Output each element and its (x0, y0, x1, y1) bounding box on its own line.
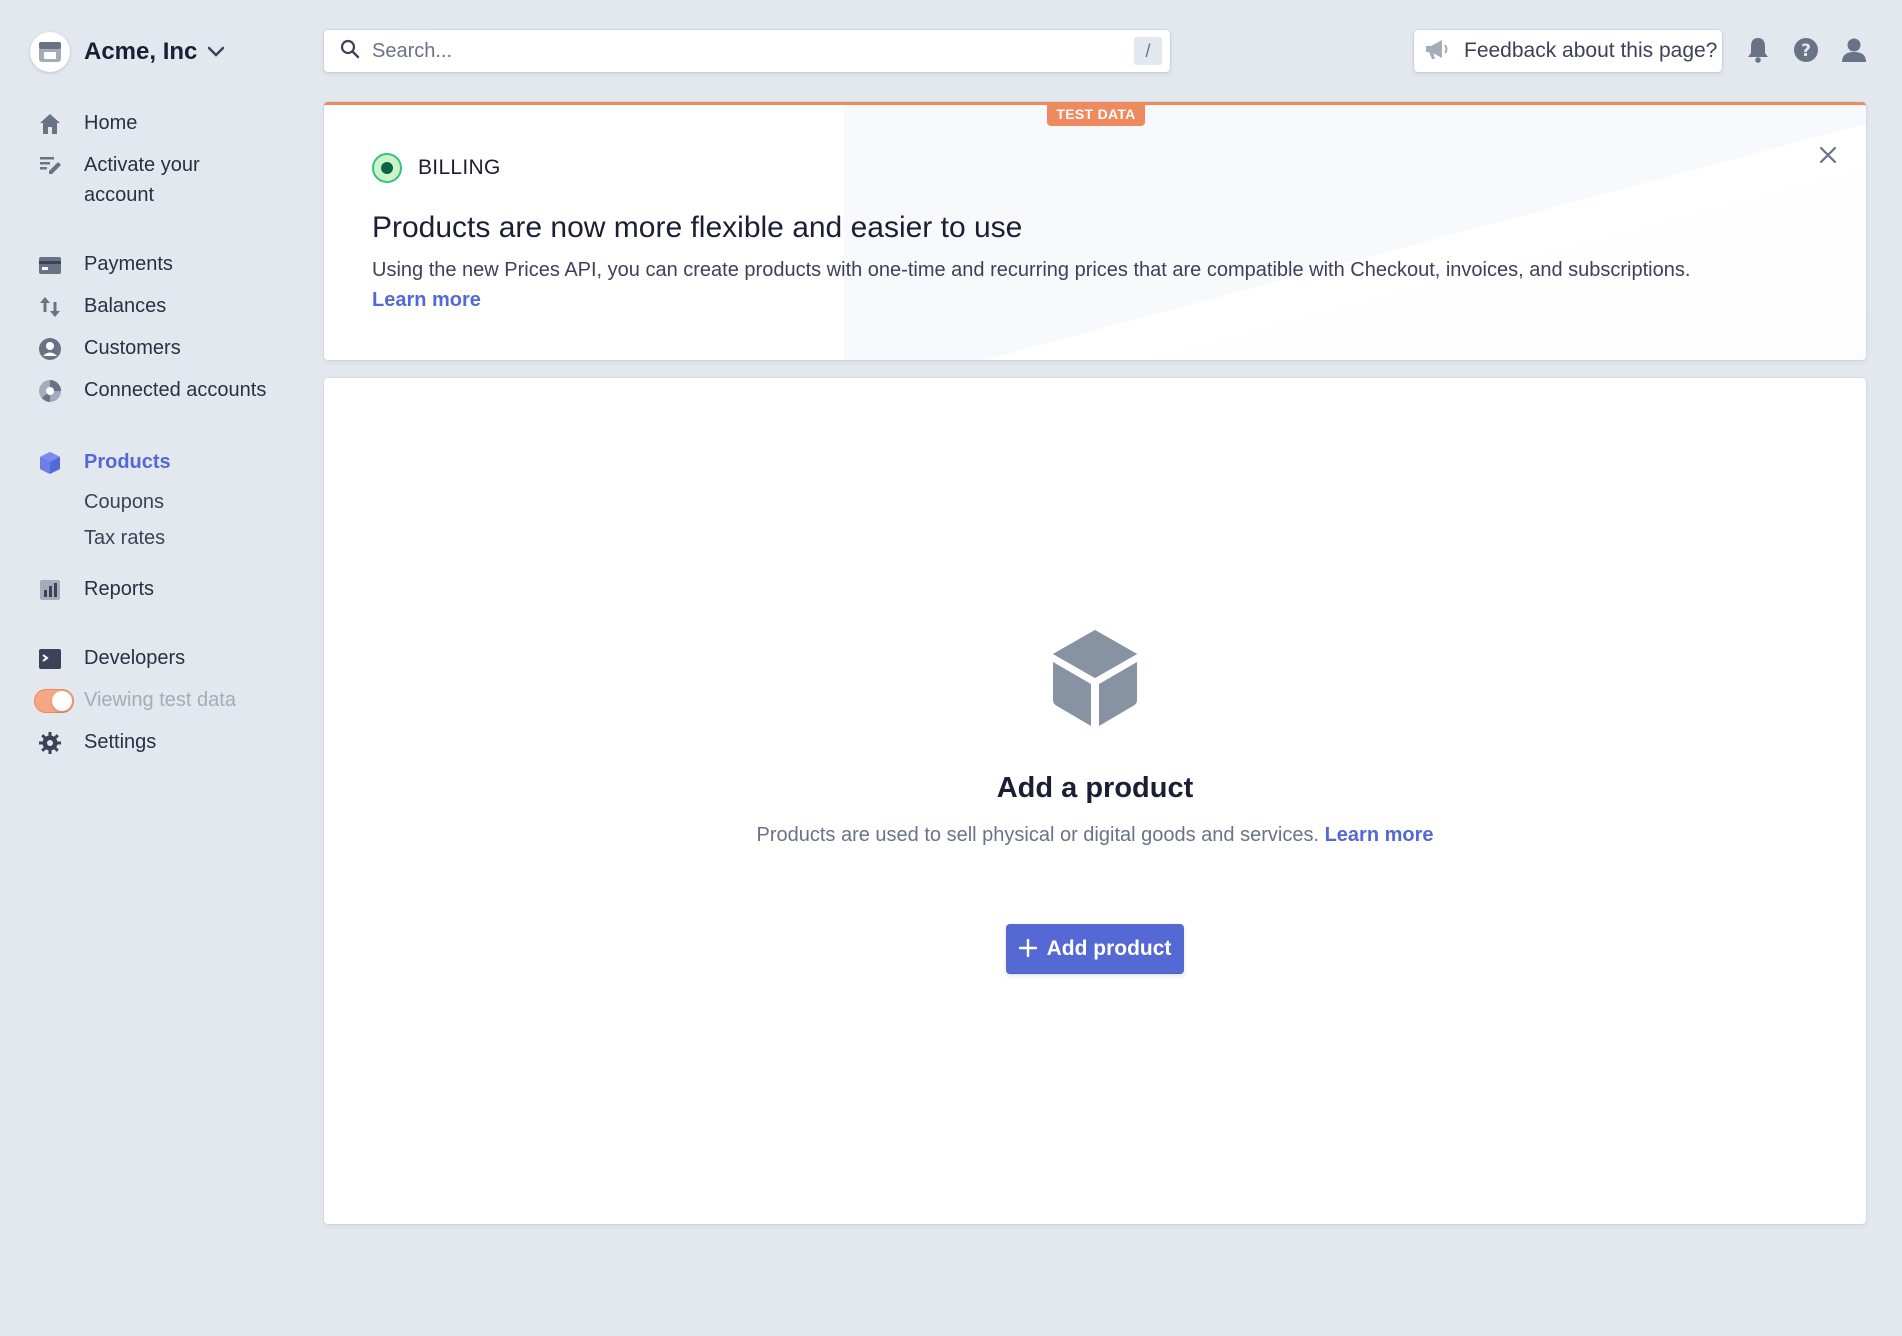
toggle-knob (52, 691, 72, 711)
app: Acme, Inc Home Activate your account Pay… (0, 0, 1902, 1336)
payments-icon (36, 251, 64, 279)
sidebar-item-products[interactable]: Products (36, 449, 286, 477)
help-icon[interactable]: ? (1792, 36, 1820, 64)
chevron-down-icon (207, 46, 225, 58)
sidebar-item-reports[interactable]: Reports (36, 576, 286, 604)
feedback-button[interactable]: Feedback about this page? (1414, 30, 1722, 72)
reports-icon (36, 576, 64, 604)
sidebar-item-developers[interactable]: Developers (36, 645, 286, 673)
user-profile-icon[interactable] (1840, 36, 1868, 64)
sidebar-subitem-coupons[interactable]: Coupons (84, 487, 164, 517)
sidebar-item-label: Developers (84, 647, 186, 669)
svg-text:?: ? (1801, 41, 1811, 61)
store-icon (30, 32, 70, 72)
plus-icon (1018, 938, 1037, 960)
close-icon[interactable] (1816, 143, 1840, 167)
sidebar-item-label: Customers (84, 337, 181, 359)
sidebar-item-label: Payments (84, 253, 173, 275)
test-data-toggle[interactable]: Viewing test data (34, 687, 286, 715)
empty-state-learn-more-link[interactable]: Learn more (1325, 824, 1434, 846)
sidebar-item-label: Products (84, 451, 171, 473)
sidebar-item-payments[interactable]: Payments (36, 251, 286, 279)
empty-state-text: Products are used to sell physical or di… (756, 824, 1320, 846)
megaphone-icon (1424, 38, 1450, 65)
sidebar-item-balances[interactable]: Balances (36, 293, 286, 321)
sidebar: Acme, Inc Home Activate your account Pay… (0, 0, 300, 1336)
billing-announcement-banner: TEST DATA BILLING Products are now more … (324, 102, 1866, 360)
toggle-switch[interactable] (34, 687, 74, 715)
banner-description: Using the new Prices API, you can create… (372, 259, 1691, 281)
toggle-track (34, 689, 74, 713)
add-product-button-label: Add product (1046, 937, 1172, 960)
search-input[interactable] (372, 39, 1112, 63)
banner-title: Products are now more flexible and easie… (372, 211, 1023, 244)
banner-category: BILLING (372, 153, 501, 183)
gear-icon (36, 729, 64, 757)
activate-icon (36, 152, 64, 180)
search-bar[interactable]: / (324, 30, 1170, 72)
sidebar-item-label: Balances (84, 295, 167, 317)
sidebar-item-home[interactable]: Home (36, 110, 286, 138)
account-name: Acme, Inc (84, 38, 198, 65)
search-icon (340, 39, 360, 64)
notifications-bell-icon[interactable] (1744, 36, 1772, 64)
feedback-label: Feedback about this page? (1464, 39, 1718, 62)
sidebar-item-label: Activate your account (84, 154, 200, 206)
sidebar-item-settings[interactable]: Settings (36, 729, 286, 757)
balances-icon (36, 293, 64, 321)
sidebar-item-label: Connected accounts (84, 379, 267, 401)
home-icon (36, 110, 64, 138)
sidebar-item-customers[interactable]: Customers (36, 335, 286, 363)
empty-state-title: Add a product (996, 772, 1194, 804)
banner-learn-more-link[interactable]: Learn more (372, 285, 481, 315)
account-switcher[interactable]: Acme, Inc (30, 32, 225, 72)
terminal-icon (36, 645, 64, 673)
sidebar-item-label: Reports (84, 578, 155, 600)
sidebar-item-label: Viewing test data (84, 689, 236, 711)
empty-state-description: Products are used to sell physical or di… (324, 824, 1866, 847)
sidebar-subitem-tax-rates[interactable]: Tax rates (84, 523, 165, 553)
sidebar-item-label: Settings (84, 731, 157, 753)
status-dot-icon (372, 153, 402, 183)
product-box-icon (36, 449, 64, 477)
search-shortcut-key: / (1134, 37, 1162, 65)
product-box-icon (1053, 630, 1137, 726)
products-empty-state: Add a product Products are used to sell … (324, 378, 1866, 1224)
add-product-button[interactable]: Add product (1006, 924, 1184, 974)
connected-accounts-icon (36, 377, 64, 405)
sidebar-item-label: Home (84, 112, 138, 134)
test-data-badge: TEST DATA (1047, 105, 1145, 126)
customers-icon (36, 335, 64, 363)
banner-category-label: BILLING (418, 156, 501, 179)
sidebar-item-activate-account[interactable]: Activate your account (36, 152, 286, 206)
sidebar-item-connected-accounts[interactable]: Connected accounts (36, 377, 286, 405)
